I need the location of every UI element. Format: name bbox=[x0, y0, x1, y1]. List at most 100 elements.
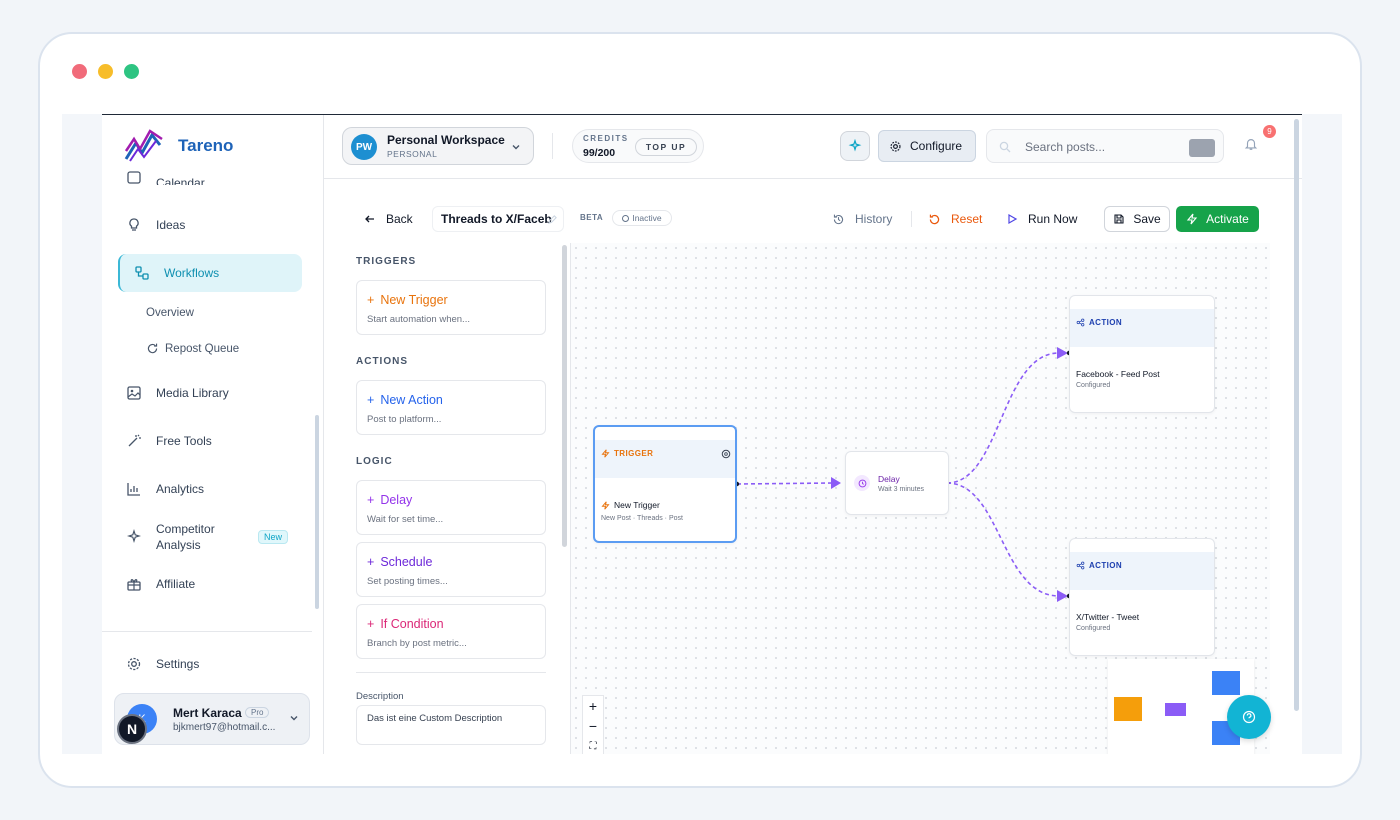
window-minimize-dot[interactable] bbox=[98, 64, 113, 79]
help-button[interactable] bbox=[1227, 695, 1271, 739]
gift-icon bbox=[127, 579, 141, 591]
action-node-twitter[interactable]: ACTION X/Twitter - Tweet Configured bbox=[1069, 538, 1215, 656]
sidebar-scrollbar[interactable] bbox=[315, 415, 319, 609]
configure-button[interactable]: Configure bbox=[878, 130, 976, 162]
palette-card-subtitle: Set posting times... bbox=[367, 576, 448, 587]
lightning-icon bbox=[1186, 213, 1198, 225]
sidebar-item-media-library[interactable]: Media Library bbox=[126, 385, 229, 401]
sidebar-item-affiliate[interactable]: Affiliate bbox=[126, 576, 195, 592]
brand-name: Tareno bbox=[178, 136, 234, 155]
tareno-logo-icon bbox=[124, 129, 163, 162]
lightning-icon bbox=[601, 449, 610, 458]
new-action-card[interactable]: + New Action Post to platform... bbox=[356, 380, 546, 435]
page-scrollbar[interactable] bbox=[1294, 119, 1299, 711]
share-icon bbox=[1076, 318, 1085, 327]
workspace-switcher[interactable]: PW Personal Workspace PERSONAL bbox=[342, 127, 534, 165]
lightning-icon bbox=[601, 500, 610, 510]
clock-icon bbox=[854, 475, 870, 491]
sidebar-item-competitor-analysis[interactable]: Competitor Analysis bbox=[126, 521, 215, 553]
palette-card-title: + New Action bbox=[367, 393, 443, 407]
history-label: History bbox=[855, 212, 893, 226]
gear-icon bbox=[890, 140, 901, 152]
screen: Tareno Calendar Ideas Workflows Overview… bbox=[62, 114, 1342, 754]
magic-wand-icon bbox=[128, 434, 141, 447]
bell-icon[interactable] bbox=[1244, 137, 1258, 151]
toolbar-divider bbox=[911, 211, 912, 227]
credits-widget: CREDITS 99/200 TOP UP bbox=[572, 129, 704, 163]
sidebar-subitem-overview[interactable]: Overview bbox=[146, 307, 194, 319]
delay-card[interactable]: + Delay Wait for set time... bbox=[356, 480, 546, 535]
window-maximize-dot[interactable] bbox=[124, 64, 139, 79]
node-subtitle: Wait 3 minutes bbox=[878, 486, 925, 493]
search-box[interactable]: Search posts... bbox=[986, 129, 1224, 163]
top-up-button[interactable]: TOP UP bbox=[635, 138, 697, 156]
node-tag: ACTION bbox=[1076, 561, 1122, 570]
sidebar-item-settings[interactable]: Settings bbox=[126, 656, 199, 672]
node-header bbox=[1070, 552, 1214, 590]
sidebar-subitem-repost-queue[interactable]: Repost Queue bbox=[146, 342, 239, 355]
if-condition-card[interactable]: + If Condition Branch by post metric... bbox=[356, 604, 546, 659]
sidebar-item-label: Free Tools bbox=[156, 434, 212, 448]
zoom-out-button[interactable]: − bbox=[583, 716, 603, 736]
beta-badge: BETA bbox=[580, 213, 604, 222]
node-tag-label: ACTION bbox=[1089, 318, 1123, 327]
node-subtitle: Configured bbox=[1076, 625, 1111, 632]
sidebar-item-free-tools[interactable]: Free Tools bbox=[126, 433, 212, 449]
palette-card-subtitle: Wait for set time... bbox=[367, 514, 444, 525]
reset-icon bbox=[929, 214, 940, 224]
fit-view-button[interactable]: ⛶ bbox=[583, 736, 603, 754]
action-node-facebook[interactable]: ACTION Facebook - Feed Post Configured bbox=[1069, 295, 1215, 413]
palette-card-subtitle: Post to platform... bbox=[367, 414, 442, 425]
window-close-dot[interactable] bbox=[72, 64, 87, 79]
arrowhead bbox=[1057, 590, 1068, 602]
back-button[interactable]: Back bbox=[364, 212, 413, 226]
save-label: Save bbox=[1133, 212, 1161, 226]
sidebar-item-label: Affiliate bbox=[156, 577, 196, 591]
new-trigger-card[interactable]: + New Trigger Start automation when... bbox=[356, 280, 546, 335]
sidebar-item-analytics[interactable]: Analytics bbox=[126, 481, 204, 497]
trigger-node[interactable]: TRIGGER New Trigger New Post · Threads ·… bbox=[593, 425, 737, 543]
node-title-label: New Trigger bbox=[614, 500, 660, 510]
brand-logo[interactable]: Tareno bbox=[124, 129, 233, 163]
pencil-icon[interactable] bbox=[547, 214, 558, 225]
sidebar-item-calendar[interactable]: Calendar bbox=[126, 171, 205, 185]
sidebar-item-workflows-content[interactable]: Workflows bbox=[134, 265, 219, 281]
run-now-label: Run Now bbox=[1028, 212, 1078, 226]
node-tag-label: TRIGGER bbox=[614, 449, 654, 458]
save-button[interactable]: Save bbox=[1104, 206, 1170, 232]
search-input[interactable]: Search posts... bbox=[1025, 140, 1105, 154]
credits-label: CREDITS bbox=[583, 134, 629, 143]
schedule-card[interactable]: + Schedule Set posting times... bbox=[356, 542, 546, 597]
logic-heading: LOGIC bbox=[356, 456, 393, 467]
sidebar-item-label: Calendar bbox=[156, 176, 205, 185]
sparkles-icon bbox=[848, 139, 862, 152]
workflow-name-input[interactable]: Threads to X/Faceb bbox=[432, 206, 564, 232]
sidebar-item-label: Ideas bbox=[156, 218, 186, 232]
node-palette: TRIGGERS + New Trigger Start automation w… bbox=[344, 243, 567, 754]
activate-button[interactable]: Activate bbox=[1176, 206, 1259, 232]
sidebar-item-ideas[interactable]: Ideas bbox=[126, 217, 185, 233]
sidebar: Tareno Calendar Ideas Workflows Overview… bbox=[102, 115, 324, 754]
bar-chart-icon bbox=[127, 483, 140, 496]
zoom-in-button[interactable]: + bbox=[583, 696, 603, 716]
node-subtitle: Configured bbox=[1076, 382, 1111, 389]
description-field[interactable]: Das ist eine Custom Description bbox=[356, 705, 546, 745]
reset-button[interactable]: Reset bbox=[928, 212, 982, 226]
framework-badge[interactable]: N bbox=[117, 714, 147, 744]
history-button[interactable]: History bbox=[832, 212, 892, 226]
ai-assist-button[interactable] bbox=[840, 131, 870, 161]
status-circle-icon bbox=[622, 214, 630, 222]
workflow-canvas[interactable]: TRIGGER New Trigger New Post · Threads ·… bbox=[570, 243, 1271, 754]
new-badge: New bbox=[258, 530, 289, 544]
node-subtitle: New Post · Threads · Post bbox=[601, 515, 683, 522]
delay-node[interactable]: Delay Wait 3 minutes bbox=[845, 451, 949, 515]
node-tag: TRIGGER bbox=[601, 449, 653, 458]
sidebar-item-label: Settings bbox=[156, 657, 200, 671]
minimap-node-action bbox=[1212, 671, 1240, 695]
workspace-type: PERSONAL bbox=[387, 149, 438, 159]
sidebar-subitem-label: Repost Queue bbox=[165, 342, 240, 355]
sidebar-item-label: Competitor bbox=[156, 522, 215, 536]
palette-scrollbar[interactable] bbox=[562, 245, 567, 547]
run-now-button[interactable]: Run Now bbox=[1006, 212, 1077, 226]
back-label: Back bbox=[386, 212, 413, 226]
